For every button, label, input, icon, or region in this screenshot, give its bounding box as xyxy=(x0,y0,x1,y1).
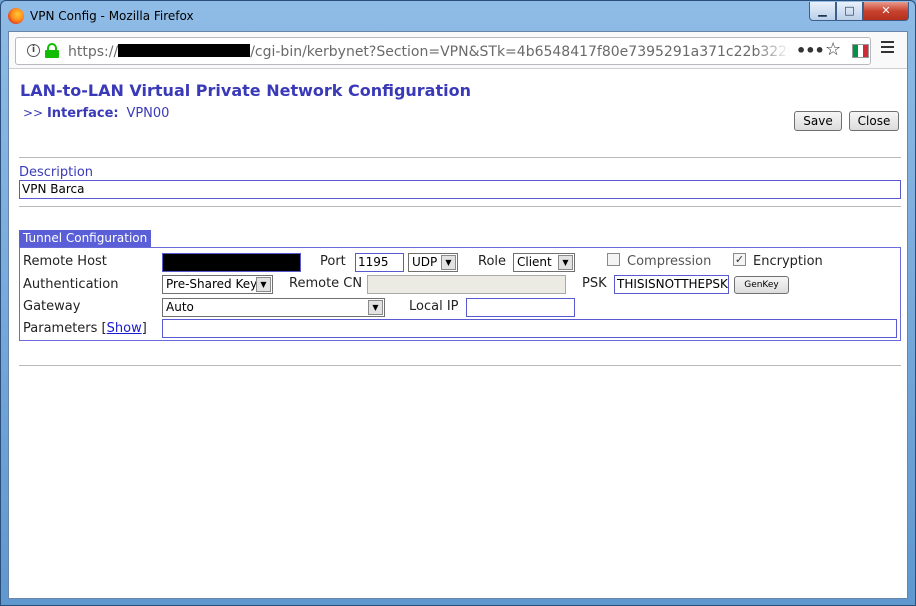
compression-label: Compression xyxy=(627,254,712,269)
chevron-down-icon: ▼ xyxy=(441,255,456,270)
remote-cn-input[interactable] xyxy=(367,275,566,294)
gateway-select[interactable]: Auto ▼ xyxy=(162,298,385,317)
italian-flag-icon[interactable] xyxy=(852,44,869,58)
role-label: Role xyxy=(478,254,507,269)
description-input[interactable]: VPN Barca xyxy=(19,180,901,199)
navigation-toolbar: i https:// /cgi-bin/kerbynet?Section=VPN&… xyxy=(9,32,907,69)
page-title: LAN-to-LAN Virtual Private Network Confi… xyxy=(20,81,471,100)
url-fade xyxy=(756,40,790,62)
flag-stripe xyxy=(863,45,868,57)
encryption-label: Encryption xyxy=(753,254,823,269)
hamburger-menu-icon[interactable] xyxy=(881,41,894,56)
protocol-select[interactable]: UDP ▼ xyxy=(408,253,458,272)
chevron-down-icon: ▼ xyxy=(368,300,383,315)
port-label: Port xyxy=(320,254,346,269)
local-ip-input[interactable] xyxy=(466,298,575,317)
tunnel-configuration-header: Tunnel Configuration xyxy=(19,230,152,247)
window-controls: ▁ □ ✕ xyxy=(809,2,909,21)
interface-value: VPN00 xyxy=(126,106,170,121)
url-scheme: https:// xyxy=(68,44,119,60)
compression-checkbox[interactable] xyxy=(607,253,620,266)
minimize-button[interactable]: ▁ xyxy=(809,2,836,21)
close-window-button[interactable]: ✕ xyxy=(863,2,909,21)
chevron-down-icon: ▼ xyxy=(558,255,573,270)
url-path: /cgi-bin/kerbynet?Section=VPN&STk=4b6548… xyxy=(250,44,790,60)
title-bar[interactable]: VPN Config - Mozilla Firefox ▁ □ ✕ xyxy=(1,1,915,31)
parameters-text: Parameters xyxy=(23,321,98,336)
protocol-value: UDP xyxy=(412,255,438,269)
gateway-label: Gateway xyxy=(23,299,81,314)
interface-label: Interface: xyxy=(46,106,119,121)
browser-window: VPN Config - Mozilla Firefox ▁ □ ✕ i htt… xyxy=(0,0,916,606)
encryption-checkbox[interactable]: ✓ xyxy=(733,253,746,266)
url-bar[interactable]: i https:// /cgi-bin/kerbynet?Section=VPN&… xyxy=(15,37,871,65)
interface-line: >> Interface: VPN00 xyxy=(23,106,169,121)
port-input[interactable]: 1195 xyxy=(355,253,404,272)
authentication-label: Authentication xyxy=(23,277,119,292)
window-title: VPN Config - Mozilla Firefox xyxy=(30,9,194,23)
local-ip-label: Local IP xyxy=(409,299,459,314)
tunnel-configuration-panel: Remote Host Port 1195 UDP ▼ Role Client … xyxy=(19,247,901,341)
url-text[interactable]: https:// /cgi-bin/kerbynet?Section=VPN&ST… xyxy=(68,44,790,60)
description-label: Description xyxy=(19,165,94,180)
parameters-input[interactable] xyxy=(162,319,897,338)
parameters-label: Parameters [Show] xyxy=(23,321,147,336)
close-button[interactable]: Close xyxy=(849,111,899,131)
divider xyxy=(19,206,901,207)
remote-host-input[interactable] xyxy=(162,253,301,272)
remote-host-label: Remote Host xyxy=(23,254,107,269)
browser-client: i https:// /cgi-bin/kerbynet?Section=VPN&… xyxy=(8,31,908,599)
role-select[interactable]: Client ▼ xyxy=(513,253,575,272)
authentication-value: Pre-Shared Key xyxy=(166,277,258,291)
save-button[interactable]: Save xyxy=(794,111,842,131)
psk-label: PSK xyxy=(582,276,607,291)
gateway-value: Auto xyxy=(166,300,194,314)
redacted-host xyxy=(118,44,251,57)
lock-icon[interactable] xyxy=(45,43,59,58)
show-parameters-link[interactable]: Show xyxy=(107,321,142,336)
divider xyxy=(19,365,901,366)
psk-input[interactable]: THISISNOTTHEPSK xyxy=(614,275,729,294)
remote-cn-label: Remote CN xyxy=(289,276,363,291)
page-actions-icon[interactable]: ••• xyxy=(796,41,825,60)
info-icon[interactable]: i xyxy=(27,44,40,57)
bookmark-star-icon[interactable]: ☆ xyxy=(825,39,841,60)
firefox-icon xyxy=(8,8,24,24)
divider xyxy=(19,157,901,158)
authentication-select[interactable]: Pre-Shared Key ▼ xyxy=(162,275,273,294)
genkey-button[interactable]: GenKey xyxy=(734,276,789,294)
maximize-button[interactable]: □ xyxy=(836,2,863,21)
chevron-down-icon: ▼ xyxy=(256,277,271,292)
role-value: Client xyxy=(517,255,552,269)
page-content: LAN-to-LAN Virtual Private Network Confi… xyxy=(9,70,907,598)
interface-arrows: >> xyxy=(23,106,44,120)
